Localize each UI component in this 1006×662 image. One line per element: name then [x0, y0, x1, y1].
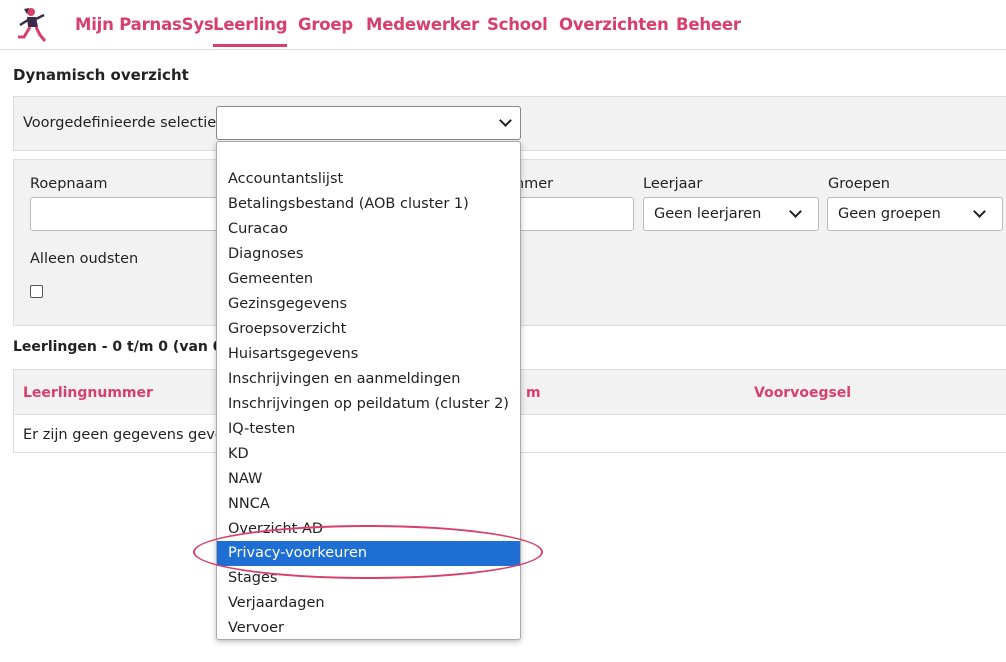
nav-beheer[interactable]: Beheer	[676, 15, 741, 34]
selection-label: Voorgedefinieerde selectie	[23, 115, 217, 131]
top-navigation: Mijn ParnasSys Leerling Groep Medewerker…	[0, 0, 1006, 50]
chevron-down-icon	[973, 205, 986, 218]
nav-medewerker[interactable]: Medewerker	[366, 15, 479, 34]
groepen-value: Geen groepen	[838, 206, 941, 222]
alleen-oudsten-label: Alleen oudsten	[30, 251, 139, 267]
predefined-selection-select[interactable]	[216, 106, 521, 140]
dropdown-option-empty[interactable]	[217, 142, 520, 167]
dropdown-option[interactable]: Verjaardagen	[217, 591, 520, 616]
leerjaar-select[interactable]: Geen leerjaren	[643, 197, 819, 231]
column-header-voorvoegsel[interactable]: Voorvoegsel	[754, 385, 851, 401]
dropdown-option[interactable]: Inschrijvingen op peildatum (cluster 2)	[217, 392, 520, 417]
dropdown-option-highlighted[interactable]: Privacy-voorkeuren	[217, 541, 520, 566]
column-header-leerlingnummer[interactable]: Leerlingnummer	[23, 385, 153, 401]
dropdown-option[interactable]: Vervoer	[217, 616, 520, 639]
chevron-down-icon	[789, 205, 802, 218]
leerjaar-label: Leerjaar	[643, 176, 703, 192]
dropdown-option[interactable]: Inschrijvingen en aanmeldingen	[217, 367, 520, 392]
chevron-down-icon	[499, 114, 512, 127]
dropdown-option[interactable]: Diagnoses	[217, 242, 520, 267]
dropdown-option[interactable]: KD	[217, 442, 520, 467]
nav-overzichten[interactable]: Overzichten	[559, 15, 669, 34]
dropdown-option[interactable]: Groepsoverzicht	[217, 317, 520, 342]
nav-leerling[interactable]: Leerling	[213, 15, 288, 47]
column-header-naam[interactable]: m	[526, 385, 541, 401]
dropdown-option[interactable]: IQ-testen	[217, 417, 520, 442]
roepnaam-label: Roepnaam	[30, 176, 108, 192]
dropdown-option[interactable]: Gezinsgegevens	[217, 292, 520, 317]
dropdown-option[interactable]: Gemeenten	[217, 267, 520, 292]
groepen-label: Groepen	[828, 176, 890, 192]
dropdown-option[interactable]: Stages	[217, 566, 520, 591]
dropdown-option[interactable]: Huisartsgegevens	[217, 342, 520, 367]
nav-school[interactable]: School	[487, 15, 548, 34]
alleen-oudsten-checkbox[interactable]	[30, 285, 43, 298]
empty-table-message: Er zijn geen gegevens gevon	[23, 427, 233, 443]
leerjaar-value: Geen leerjaren	[654, 206, 762, 222]
dropdown-option[interactable]: Overzicht AD	[217, 517, 520, 542]
dropdown-option[interactable]: NAW	[217, 467, 520, 492]
dropdown-option[interactable]: Betalingsbestand (AOB cluster 1)	[217, 192, 520, 217]
page-title: Dynamisch overzicht	[13, 66, 189, 84]
roepnaam-input[interactable]	[30, 197, 230, 231]
parnassys-logo-icon[interactable]	[14, 5, 48, 43]
dropdown-option[interactable]: Accountantslijst	[217, 167, 520, 192]
results-count-title: Leerlingen - 0 t/m 0 (van 0)	[13, 339, 229, 355]
nav-mijn-parnassys[interactable]: Mijn ParnasSys	[75, 15, 214, 34]
dropdown-option[interactable]: NNCA	[217, 492, 520, 517]
groepen-select[interactable]: Geen groepen	[827, 197, 1003, 231]
predefined-selection-dropdown-list[interactable]: Accountantslijst Betalingsbestand (AOB c…	[216, 141, 521, 640]
nav-groep[interactable]: Groep	[298, 15, 353, 34]
dropdown-option[interactable]: Curacao	[217, 217, 520, 242]
